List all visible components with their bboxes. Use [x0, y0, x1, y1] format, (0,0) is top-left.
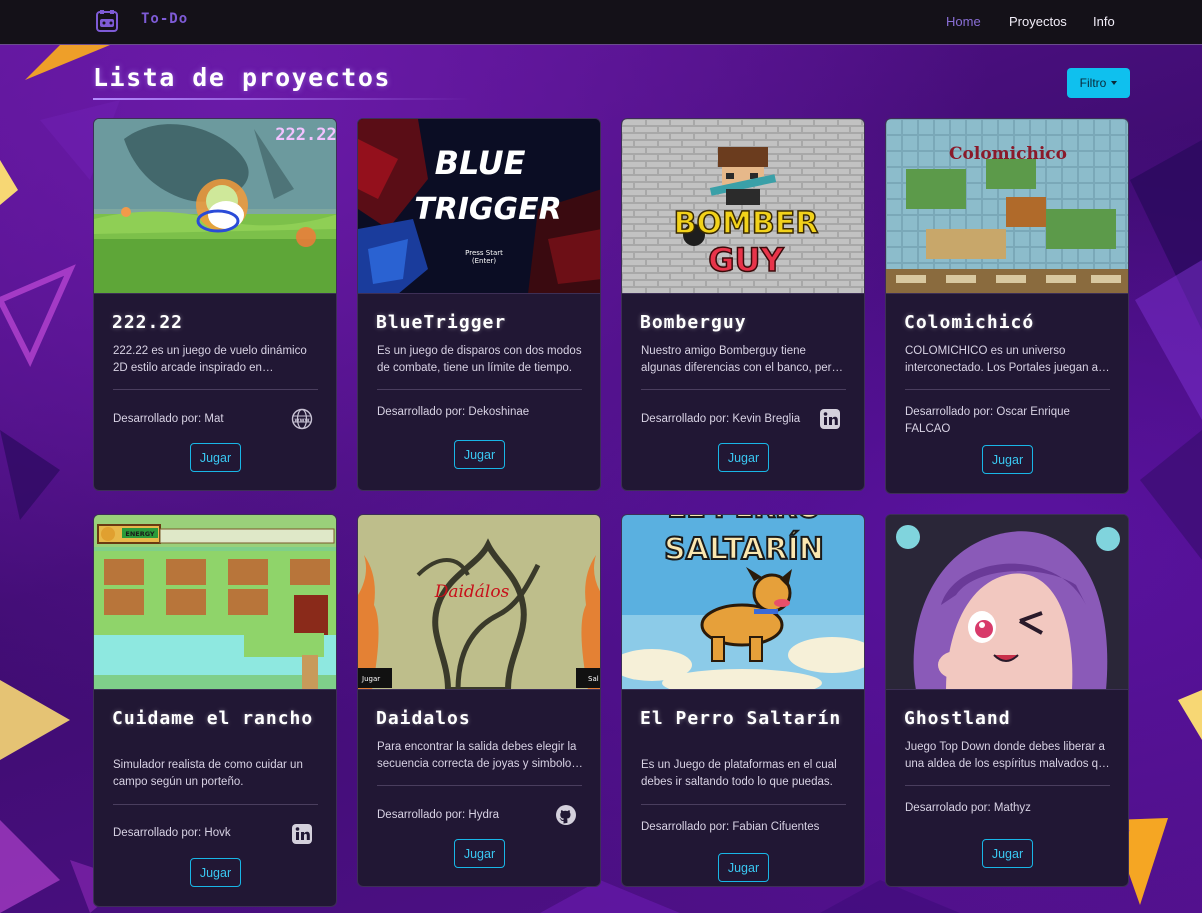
card-description: Juego Top Down donde debes liberar a una…	[905, 741, 1111, 770]
card-description: Simulador realista de como cuidar un cam…	[113, 759, 303, 788]
card-description: Es un juego de disparos con dos modos de…	[377, 345, 582, 374]
card-developer: Desarrollado por: Hydra	[377, 809, 500, 821]
github-icon[interactable]	[555, 804, 577, 826]
linkedin-icon[interactable]	[291, 823, 313, 845]
project-card-daidalos: Daidálos Jugar Sal Daidalos Para encontr…	[357, 514, 601, 887]
card-divider	[377, 785, 582, 786]
card-title: 222.22	[112, 312, 184, 333]
card-divider	[113, 804, 318, 805]
project-thumbnail[interactable]: Colomichico	[886, 119, 1128, 294]
svg-text:EL PERRO: EL PERRO	[667, 515, 820, 524]
card-developer: Desarrollado por: Oscar Enrique FALCAO	[905, 406, 1070, 435]
card-title: Daidalos	[376, 708, 471, 729]
project-thumbnail[interactable]: BLUE TRIGGER Press Start (Enter)	[358, 119, 600, 294]
play-button[interactable]: Jugar	[190, 858, 241, 887]
thumbnail-text: ENERGY	[125, 530, 155, 538]
title-underline	[93, 98, 471, 100]
project-thumbnail[interactable]: BOMBER GUY	[622, 119, 864, 294]
card-divider	[377, 389, 582, 390]
play-button[interactable]: Jugar	[454, 440, 505, 469]
card-divider	[905, 785, 1110, 786]
page-title: Lista de proyectos	[93, 63, 391, 92]
svg-text:(Enter): (Enter)	[472, 257, 497, 265]
play-button[interactable]: Jugar	[718, 443, 769, 472]
card-title: El Perro Saltarín	[640, 708, 842, 729]
gamepad-logo-icon[interactable]	[96, 9, 118, 33]
card-title: Colomichicó	[904, 312, 1035, 333]
play-button[interactable]: Jugar	[190, 443, 241, 472]
card-developer: Desarrollado por: Dekoshinae	[377, 406, 530, 418]
svg-text:GUY: GUY	[708, 241, 784, 279]
card-description: 222.22 es un juego de vuelo dinámico 2D …	[113, 345, 307, 374]
filter-dropdown-button[interactable]: Filtro	[1067, 68, 1130, 98]
svg-text:SALTARÍN: SALTARÍN	[664, 531, 824, 567]
project-card-222-22: 222.22 222.22 222.22 es un juego de vuel…	[93, 118, 337, 491]
svg-text:www: www	[294, 418, 309, 424]
linkedin-icon[interactable]	[819, 408, 841, 430]
svg-text:BOMBER: BOMBER	[674, 206, 819, 241]
play-button[interactable]: Jugar	[982, 445, 1033, 474]
card-description: Es un Juego de plataformas en el cual de…	[641, 759, 837, 788]
card-developer: Desarrollado por: Kevin Breglia	[641, 413, 801, 425]
svg-text:Jugar: Jugar	[361, 675, 380, 683]
card-description: Para encontrar la salida debes elegir la…	[377, 741, 578, 770]
card-description: Nuestro amigo Bomberguy tiene algunas di…	[641, 345, 838, 374]
thumbnail-text: Colomichico	[949, 144, 1067, 164]
nav-link-info[interactable]: Info	[1093, 14, 1115, 29]
play-button[interactable]: Jugar	[982, 839, 1033, 868]
nav-link-home[interactable]: Home	[946, 14, 981, 29]
project-card-cuidame-el-rancho: ENERGY Cuidame el rancho Simulador reali…	[93, 514, 337, 907]
card-description: COLOMICHICO es un universo interconectad…	[905, 345, 1111, 374]
caret-down-icon	[1111, 81, 1118, 85]
navbar: To-Do Home Proyectos Info	[0, 0, 1202, 45]
card-developer: Desarrollado por: Mat	[113, 413, 224, 425]
filter-label: Filtro	[1079, 76, 1107, 90]
project-card-el-perro-saltarin: EL PERRO SALTARÍN El Perro Saltarín Es u…	[621, 514, 865, 887]
project-card-ghostland: Ghostland Juego Top Down donde debes lib…	[885, 514, 1129, 887]
card-developer: Desarrollado por: Hovk	[113, 827, 231, 839]
project-thumbnail[interactable]: ENERGY	[94, 515, 336, 690]
card-divider	[641, 389, 846, 390]
card-title: Bomberguy	[640, 312, 747, 333]
svg-text:Sal: Sal	[588, 675, 599, 683]
globe-icon[interactable]: www	[291, 408, 313, 430]
project-card-bluetrigger: BLUE TRIGGER Press Start (Enter) BlueTri…	[357, 118, 601, 491]
project-thumbnail[interactable]: EL PERRO SALTARÍN	[622, 515, 864, 690]
card-divider	[113, 389, 318, 390]
play-button[interactable]: Jugar	[454, 839, 505, 868]
card-title: Ghostland	[904, 708, 1011, 729]
project-thumbnail[interactable]: Daidálos Jugar Sal	[358, 515, 600, 690]
thumbnail-text: 222.22	[275, 125, 336, 145]
project-card-colomichico: Colomichico Colomichicó COLOMICHICO es u…	[885, 118, 1129, 494]
card-title: Cuidame el rancho	[112, 708, 314, 729]
nav-link-proyectos[interactable]: Proyectos	[1009, 14, 1067, 29]
project-card-bomberguy: BOMBER GUY Bomberguy Nuestro amigo Bombe…	[621, 118, 865, 491]
svg-text:Daidálos: Daidálos	[434, 582, 510, 602]
svg-text:BLUE: BLUE	[435, 144, 526, 182]
project-thumbnail[interactable]	[886, 515, 1128, 690]
thumbnail-text: EL PERRO SALTARÍN	[663, 515, 825, 568]
play-button[interactable]: Jugar	[718, 853, 769, 882]
project-thumbnail[interactable]: 222.22	[94, 119, 336, 294]
svg-text:Press Start: Press Start	[465, 249, 503, 257]
svg-text:TRIGGER: TRIGGER	[414, 192, 562, 227]
card-title: BlueTrigger	[376, 312, 507, 333]
card-developer: Desarrollado por: Fabian Cifuentes	[641, 821, 820, 833]
card-developer: Desarrolado por: Mathyz	[905, 802, 1031, 814]
card-divider	[905, 389, 1110, 390]
brand-name[interactable]: To-Do	[141, 11, 188, 27]
card-divider	[641, 804, 846, 805]
